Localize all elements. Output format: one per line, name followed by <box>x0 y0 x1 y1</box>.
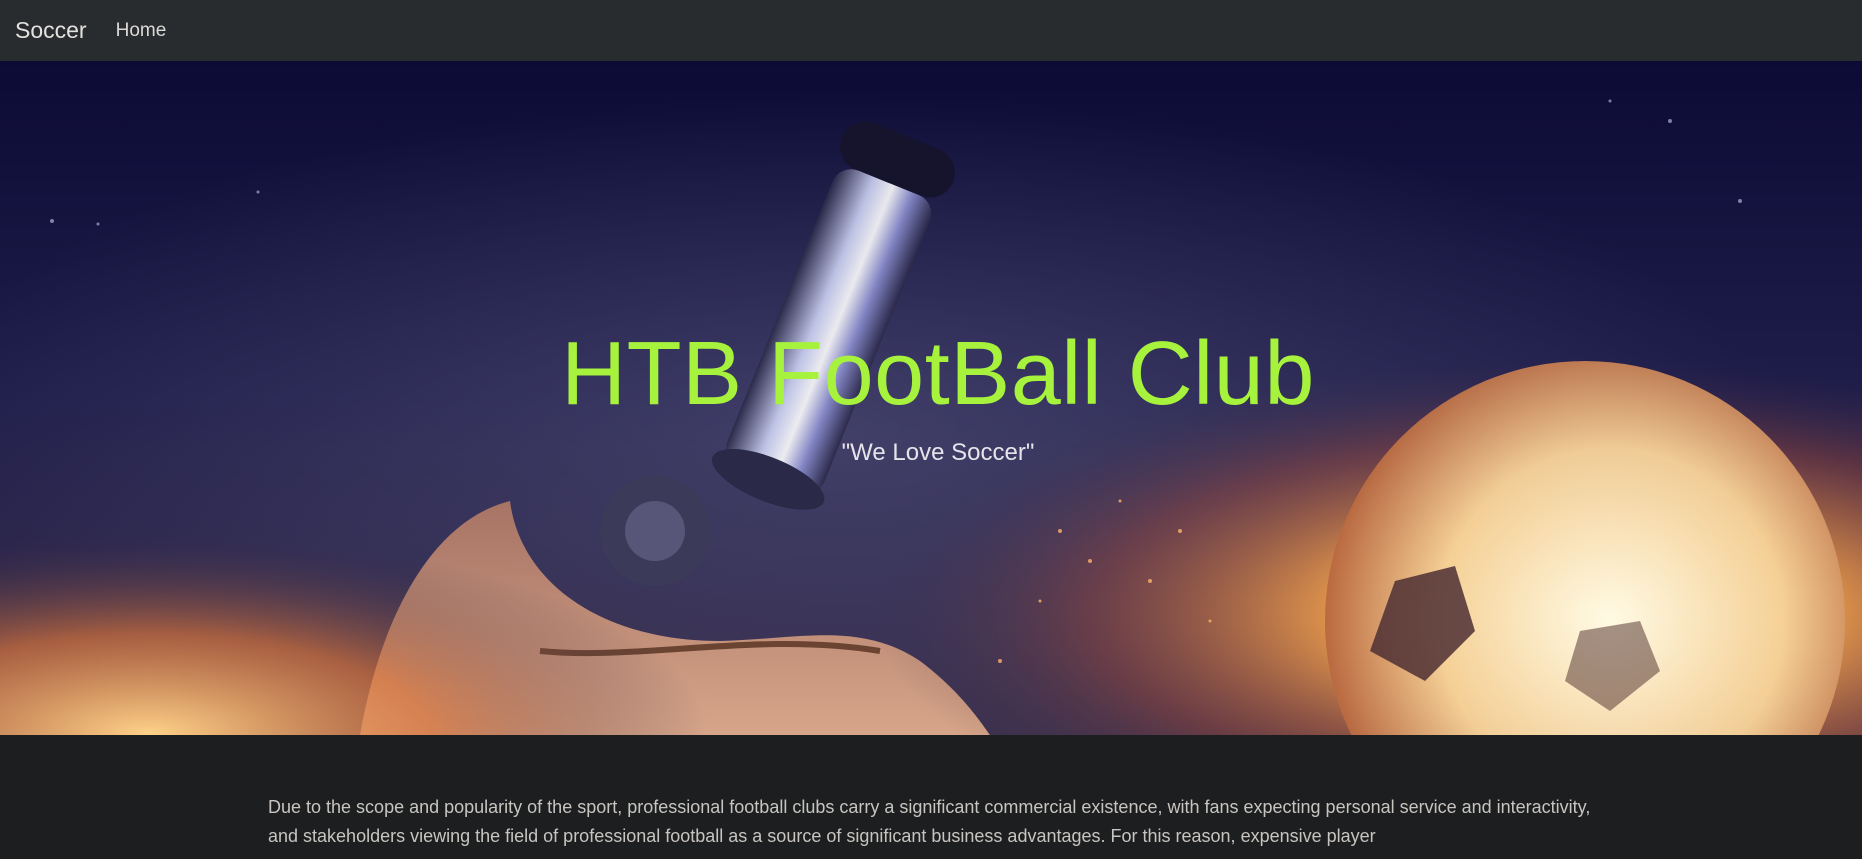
top-navbar: Soccer Home <box>0 0 1862 61</box>
nav-link-home[interactable]: Home <box>116 20 167 42</box>
navbar-brand[interactable]: Soccer <box>15 17 87 44</box>
hero-subtitle: "We Love Soccer" <box>841 439 1035 466</box>
hero-title: HTB FootBall Club <box>561 324 1315 424</box>
intro-paragraph: Due to the scope and popularity of the s… <box>268 797 1591 846</box>
hero-banner: HTB FootBall Club "We Love Soccer" <box>0 61 1862 735</box>
main-content: Due to the scope and popularity of the s… <box>268 793 1598 851</box>
